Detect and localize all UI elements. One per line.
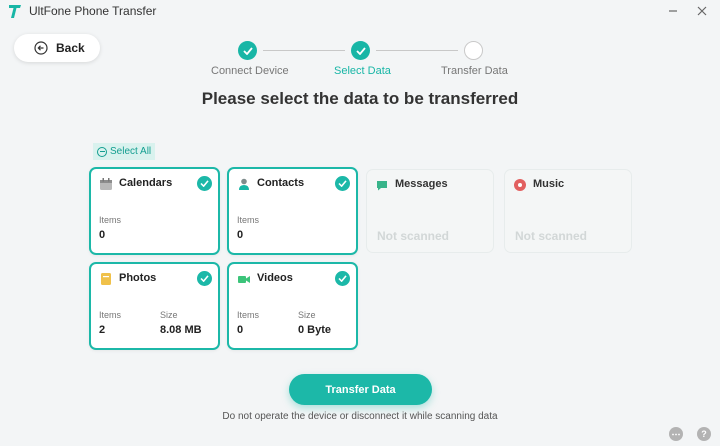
size-value: 0 Byte xyxy=(298,324,332,336)
photos-icon xyxy=(101,273,111,285)
step-transfer-data-circle-icon xyxy=(464,41,483,60)
items-value: 0 xyxy=(237,324,244,336)
arrow-left-circle-icon xyxy=(34,41,48,55)
check-icon[interactable] xyxy=(335,271,350,286)
card-title: Contacts xyxy=(257,177,305,189)
card-calendars[interactable]: Calendars Items 0 xyxy=(89,167,220,255)
card-title: Music xyxy=(533,178,565,190)
card-title: Messages xyxy=(395,178,448,190)
step-label-transfer-data: Transfer Data xyxy=(441,65,508,77)
items-value: 0 xyxy=(99,229,106,241)
items-label: Items xyxy=(237,310,260,320)
step-connector xyxy=(263,50,345,51)
card-music: Music Not scanned xyxy=(504,169,632,253)
items-label: Items xyxy=(99,215,122,225)
card-videos[interactable]: Videos Items 0 Size 0 Byte xyxy=(227,262,358,350)
close-icon xyxy=(697,6,707,16)
contacts-icon xyxy=(239,178,249,190)
items-value: 2 xyxy=(99,324,106,336)
card-title: Photos xyxy=(119,272,157,284)
minimize-icon xyxy=(669,10,677,12)
size-label: Size xyxy=(298,310,316,320)
minus-circle-icon xyxy=(97,146,107,157)
calendar-icon xyxy=(100,178,112,190)
card-messages: Messages Not scanned xyxy=(366,169,494,253)
step-connector xyxy=(376,50,458,51)
step-label-connect-device: Connect Device xyxy=(211,65,289,77)
not-scanned-status: Not scanned xyxy=(377,229,450,243)
music-icon xyxy=(514,179,526,191)
step-select-data-check-icon xyxy=(351,41,370,60)
items-label: Items xyxy=(237,215,260,225)
select-all-toggle[interactable]: Select All xyxy=(93,143,156,160)
card-title: Videos xyxy=(257,272,293,284)
chat-icon[interactable] xyxy=(669,427,683,441)
check-icon[interactable] xyxy=(335,176,350,191)
back-button-label: Back xyxy=(56,41,85,55)
minimize-button[interactable] xyxy=(664,2,682,20)
transfer-data-button[interactable]: Transfer Data xyxy=(289,374,432,405)
messages-icon xyxy=(377,181,387,191)
scanning-hint: Do not operate the device or disconnect … xyxy=(222,411,498,422)
not-scanned-status: Not scanned xyxy=(515,229,588,243)
card-photos[interactable]: Photos Items 2 Size 8.08 MB xyxy=(89,262,220,350)
check-icon[interactable] xyxy=(197,271,212,286)
page-heading: Please select the data to be transferred xyxy=(201,89,519,108)
card-title: Calendars xyxy=(119,177,173,189)
app-logo-icon xyxy=(9,5,21,18)
items-label: Items xyxy=(99,310,122,320)
step-label-select-data: Select Data xyxy=(334,65,391,77)
select-all-label: Select All xyxy=(110,146,152,157)
title-bar: UltFone Phone Transfer xyxy=(0,0,720,22)
close-button[interactable] xyxy=(693,2,711,20)
check-icon[interactable] xyxy=(197,176,212,191)
back-button[interactable]: Back xyxy=(14,34,100,62)
card-contacts[interactable]: Contacts Items 0 xyxy=(227,167,358,255)
items-value: 0 xyxy=(237,229,244,241)
help-icon[interactable]: ? xyxy=(697,427,711,441)
app-title: UltFone Phone Transfer xyxy=(29,4,157,18)
size-value: 8.08 MB xyxy=(160,324,202,336)
size-label: Size xyxy=(160,310,178,320)
videos-icon xyxy=(238,276,250,283)
step-connect-device-check-icon xyxy=(238,41,257,60)
